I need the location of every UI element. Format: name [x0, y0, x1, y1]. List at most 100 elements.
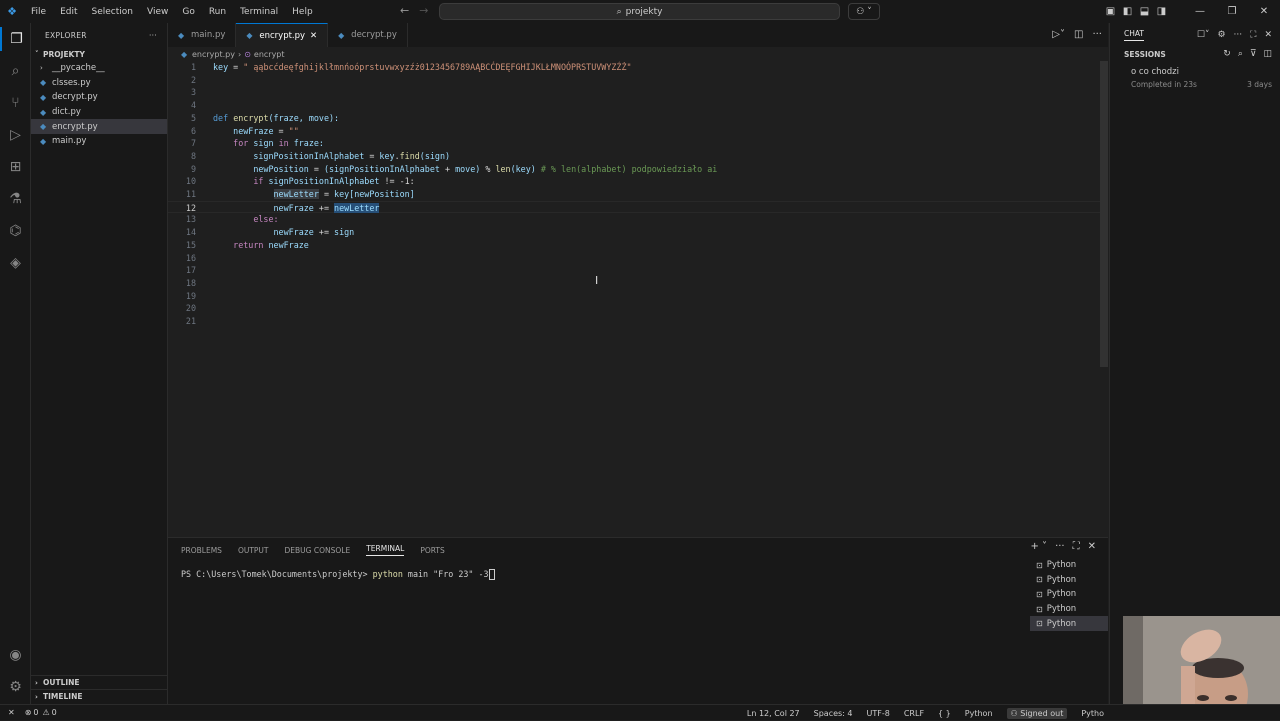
run-debug-icon[interactable]: ▷	[0, 123, 31, 147]
toggle-panel-icon[interactable]: ⬓	[1136, 6, 1153, 17]
close-icon[interactable]: ✕	[310, 31, 317, 41]
terminal-instance[interactable]: ⊡ Python	[1030, 558, 1108, 573]
code-editor[interactable]: 1 key = " ąąbcćdeęfghijklłmnńoóprstuvwxyz…	[168, 61, 1108, 536]
file-encrypt[interactable]: ◆ encrypt.py	[31, 119, 167, 134]
line-number: 2	[190, 74, 196, 85]
terminal-instance[interactable]: ⊡ Python	[1030, 587, 1108, 602]
line-ending[interactable]: CRLF	[904, 709, 924, 718]
language-braces[interactable]: { }	[938, 709, 951, 718]
code-line: 10 if signPositionInAlphabet != -1:	[168, 175, 1100, 188]
menu-edit[interactable]: Edit	[53, 7, 84, 17]
menu-go[interactable]: Go	[175, 7, 201, 17]
toggle-primary-sidebar-icon[interactable]: ▣	[1102, 6, 1119, 17]
maximize-panel-icon[interactable]: ⛶	[1073, 541, 1080, 552]
indentation[interactable]: Spaces: 4	[814, 709, 853, 718]
run-file-icon[interactable]: ▷˅	[1052, 29, 1065, 40]
more-actions-icon[interactable]: ···	[1092, 29, 1102, 40]
tab-decrypt[interactable]: ◆ decrypt.py	[328, 23, 408, 47]
toggle-sidebar-icon[interactable]: ◧	[1119, 6, 1136, 17]
filter-icon[interactable]: ⊽	[1250, 49, 1257, 59]
code-line: 6 newFraze = ""	[168, 125, 1100, 138]
file-decrypt[interactable]: ◆ decrypt.py	[31, 90, 167, 105]
command-center-search[interactable]: ⌕ projekty	[439, 3, 840, 20]
toggle-secondary-sidebar-icon[interactable]: ◨	[1153, 6, 1170, 17]
code-token: +=	[318, 202, 329, 213]
copilot-button[interactable]: ⚇ ˅	[848, 3, 880, 20]
search-view-icon[interactable]: ⌕	[0, 59, 31, 83]
code-line: 17	[168, 264, 1100, 277]
chat-title[interactable]: CHAT	[1124, 29, 1145, 41]
python-file-icon: ◆	[40, 107, 47, 117]
source-control-icon[interactable]: ⑂	[0, 91, 31, 115]
terminal-instance[interactable]: ⊡ Python	[1030, 573, 1108, 588]
tab-problems[interactable]: PROBLEMS	[181, 546, 222, 555]
project-root[interactable]: ˅ PROJEKTY	[31, 47, 167, 61]
language-mode-2[interactable]: Pytho	[1081, 709, 1104, 718]
close-icon[interactable]: ✕	[1264, 30, 1272, 40]
maximize-icon[interactable]: ⛶	[1250, 30, 1256, 40]
close-panel-icon[interactable]: ✕	[1088, 541, 1096, 552]
menu-selection[interactable]: Selection	[85, 7, 140, 17]
extensions-icon[interactable]: ⊞	[0, 155, 31, 179]
file-main[interactable]: ◆ main.py	[31, 134, 167, 149]
remote-icon[interactable]: ✕	[8, 708, 15, 717]
testing-icon[interactable]: ⚗	[0, 187, 31, 211]
code-token: in	[278, 138, 289, 149]
menu-file[interactable]: File	[24, 7, 53, 17]
tab-encrypt[interactable]: ◆ encrypt.py ✕	[236, 23, 329, 47]
forward-arrow-icon[interactable]: →	[419, 4, 428, 17]
more-actions-icon[interactable]: ···	[1055, 541, 1065, 552]
tab-terminal[interactable]: TERMINAL	[366, 544, 405, 556]
back-arrow-icon[interactable]: ←	[400, 4, 409, 17]
terminal-instance[interactable]: ⊡ Python	[1030, 602, 1108, 617]
language-mode[interactable]: Python	[965, 709, 993, 718]
new-terminal-icon[interactable]: + ˅	[1031, 541, 1048, 552]
split-editor-icon[interactable]: ◫	[1074, 29, 1083, 40]
tab-ports[interactable]: PORTS	[420, 546, 444, 555]
close-window-icon[interactable]: ✕	[1248, 6, 1280, 17]
more-actions-icon[interactable]: ···	[1234, 30, 1243, 40]
terminal-instance[interactable]: ⊡ Python	[1030, 616, 1108, 631]
tab-output[interactable]: OUTPUT	[238, 546, 269, 555]
outline-section[interactable]: › OUTLINE	[31, 675, 168, 689]
code-line: 9 newPosition = (signPositionInAlphabet …	[168, 163, 1100, 176]
minimize-icon[interactable]: —	[1184, 6, 1216, 17]
line-number: 3	[190, 87, 196, 98]
menu-view[interactable]: View	[140, 7, 175, 17]
file-clsses[interactable]: ◆ clsses.py	[31, 76, 167, 91]
restore-icon[interactable]: ❐	[1216, 6, 1248, 17]
chat-bubble-icon[interactable]: ☐˅	[1197, 30, 1210, 40]
code-token: newFraze	[233, 125, 274, 136]
settings-gear-icon[interactable]: ⚙	[0, 675, 31, 699]
folder-pycache[interactable]: › __pycache__	[31, 61, 167, 76]
layers-icon[interactable]: ◈	[0, 251, 31, 275]
editor-scrollbar[interactable]	[1100, 61, 1108, 367]
timeline-section[interactable]: › TIMELINE	[31, 689, 168, 703]
refresh-icon[interactable]: ↻	[1223, 49, 1231, 59]
account-icon[interactable]: ◉	[0, 643, 31, 667]
signed-out-badge[interactable]: ⚇ Signed out	[1006, 707, 1068, 719]
menu-run[interactable]: Run	[202, 7, 233, 17]
encoding[interactable]: UTF-8	[867, 709, 890, 718]
error-count[interactable]: 0	[33, 708, 38, 717]
file-dict[interactable]: ◆ dict.py	[31, 105, 167, 120]
breadcrumb-file[interactable]: encrypt.py	[192, 50, 235, 59]
settings-gear-icon[interactable]: ⚙	[1217, 30, 1225, 40]
line-number: 20	[185, 303, 196, 314]
chat-session-item[interactable]: o co chodzi Completed in 23s 3 days	[1110, 61, 1280, 89]
explorer-icon[interactable]: ❐	[0, 27, 31, 51]
menu-terminal[interactable]: Terminal	[233, 7, 285, 17]
code-token: (key)	[510, 163, 536, 174]
layout-icon[interactable]: ◫	[1263, 49, 1272, 59]
python-icon[interactable]: ⌬	[0, 219, 31, 243]
tab-main[interactable]: ◆ main.py	[168, 23, 237, 47]
more-actions-icon[interactable]: ···	[149, 31, 157, 40]
warning-count[interactable]: 0	[52, 708, 57, 717]
breadcrumb-symbol[interactable]: encrypt	[254, 50, 285, 59]
session-age: 3 days	[1247, 80, 1272, 89]
menu-help[interactable]: Help	[285, 7, 320, 17]
cursor-position[interactable]: Ln 12, Col 27	[747, 709, 800, 718]
tab-debug-console[interactable]: DEBUG CONSOLE	[285, 546, 351, 555]
terminal-output[interactable]: PS C:\Users\Tomek\Documents\projekty> py…	[181, 569, 495, 580]
search-icon[interactable]: ⌕	[1238, 49, 1243, 59]
